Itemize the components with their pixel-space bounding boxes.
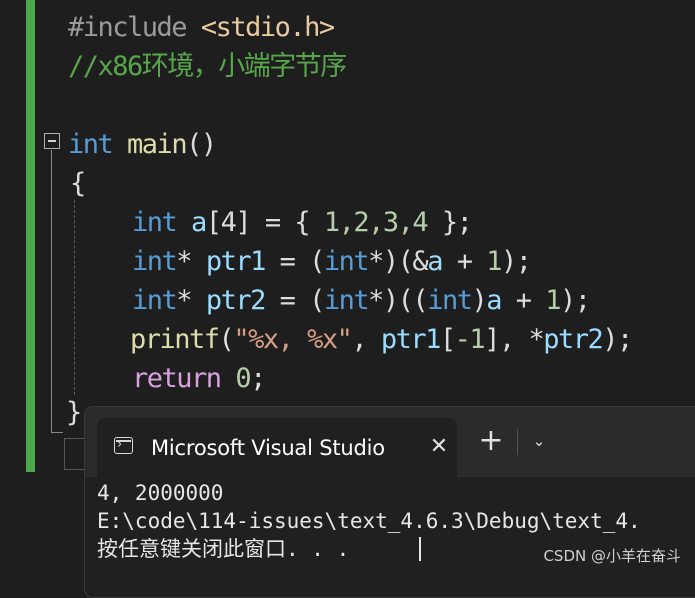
code-punct: = ( <box>264 246 326 277</box>
format-string: "%x, %x" <box>233 324 353 355</box>
include-header: <stdio.h> <box>200 12 335 43</box>
code-comment: //x86环境，小端字节序 <box>68 51 347 82</box>
var-ptr1: ptr1 <box>380 324 442 355</box>
output-line: E:\code\114-issues\text_4.6.3\Debug\text… <box>97 509 641 533</box>
code-punct: *)(& <box>368 246 429 277</box>
var-a: a <box>191 207 207 238</box>
number-literal: -1 <box>454 324 486 355</box>
keyword-int: int <box>132 246 178 277</box>
indent-guide <box>74 200 75 395</box>
code-punct: ], * <box>484 324 545 355</box>
change-indicator-bar <box>26 0 35 472</box>
code-line-10: return 0; <box>132 359 266 398</box>
code-line-6: int a[4] = { 1,2,3,4 }; <box>132 203 473 242</box>
function-printf: printf <box>130 324 220 355</box>
code-punct: + <box>441 246 487 277</box>
fold-guide-line <box>51 150 52 433</box>
code-punct: * <box>176 285 192 316</box>
var-a: a <box>486 285 502 316</box>
var-ptr2: ptr2 <box>543 324 604 355</box>
keyword-int: int <box>132 207 178 238</box>
watermark: CSDN @小羊在奋斗 <box>543 547 681 565</box>
keyword-int: int <box>323 246 370 277</box>
output-line: 4, 2000000 <box>97 481 224 505</box>
code-punct: ); <box>602 324 633 355</box>
chevron-down-icon[interactable]: ⌄ <box>527 429 551 453</box>
code-punct: + <box>501 285 546 316</box>
code-punct: ) <box>471 285 487 316</box>
function-name: main <box>127 129 188 160</box>
code-punct: , <box>351 324 381 355</box>
number-literal: 1 <box>486 246 502 277</box>
code-punct: [ <box>439 324 456 355</box>
code-punct: * <box>176 246 192 277</box>
new-tab-button[interactable]: + <box>477 426 505 456</box>
number-literal: 1 <box>545 285 561 316</box>
code-punct: = ( <box>264 285 326 316</box>
number-literals: 1,2,3,4 <box>323 207 429 238</box>
code-punct: *)(( <box>368 285 429 316</box>
fold-guide-end <box>51 432 63 433</box>
code-line-1: #include <stdio.h> <box>68 8 335 47</box>
preprocessor-directive: #include <box>68 12 188 43</box>
open-brace: { <box>70 168 86 199</box>
keyword-return: return <box>132 363 222 394</box>
code-punct: ); <box>501 246 532 277</box>
terminal-icon <box>114 437 133 454</box>
parens: () <box>186 129 217 160</box>
code-line-7: int* ptr1 = (int*)(&a + 1); <box>132 242 532 281</box>
output-line: 按任意键关闭此窗口. . . <box>97 537 350 561</box>
code-line-9: printf("%x, %x", ptr1[-1], *ptr2); <box>130 320 633 359</box>
keyword-int: int <box>132 285 178 316</box>
collapse-toggle-icon[interactable] <box>44 133 60 149</box>
var-ptr1: ptr1 <box>205 246 267 277</box>
code-punct: ; <box>250 363 266 394</box>
titlebar-divider <box>517 429 518 455</box>
code-line-11: } <box>66 393 82 432</box>
code-punct: }; <box>427 207 473 238</box>
text-cursor <box>419 537 421 561</box>
code-punct: [4] = { <box>205 207 324 238</box>
terminal-titlebar[interactable]: Microsoft Visual Studio ✕ + ⌄ <box>85 407 695 477</box>
number-literal: 0 <box>235 363 251 394</box>
keyword-int: int <box>68 129 114 160</box>
var-a: a <box>427 246 443 277</box>
code-line-5: { <box>70 164 86 203</box>
code-line-2: //x86环境，小端字节序 <box>68 47 347 86</box>
terminal-window[interactable]: Microsoft Visual Studio ✕ + ⌄ 4, 2000000… <box>84 406 695 598</box>
keyword-int: int <box>427 285 473 316</box>
code-line-4: int main() <box>68 125 217 164</box>
close-brace: } <box>66 397 82 428</box>
code-punct: ( <box>218 324 235 355</box>
var-ptr2: ptr2 <box>205 285 267 316</box>
terminal-tab[interactable]: Microsoft Visual Studio ✕ <box>97 418 457 477</box>
code-punct: ); <box>560 285 591 316</box>
code-line-8: int* ptr2 = (int*)((int)a + 1); <box>132 281 591 320</box>
close-tab-icon[interactable]: ✕ <box>425 433 453 461</box>
tab-title: Microsoft Visual Studio <box>151 436 385 460</box>
editor-glyph-box <box>64 438 86 470</box>
keyword-int: int <box>323 285 370 316</box>
